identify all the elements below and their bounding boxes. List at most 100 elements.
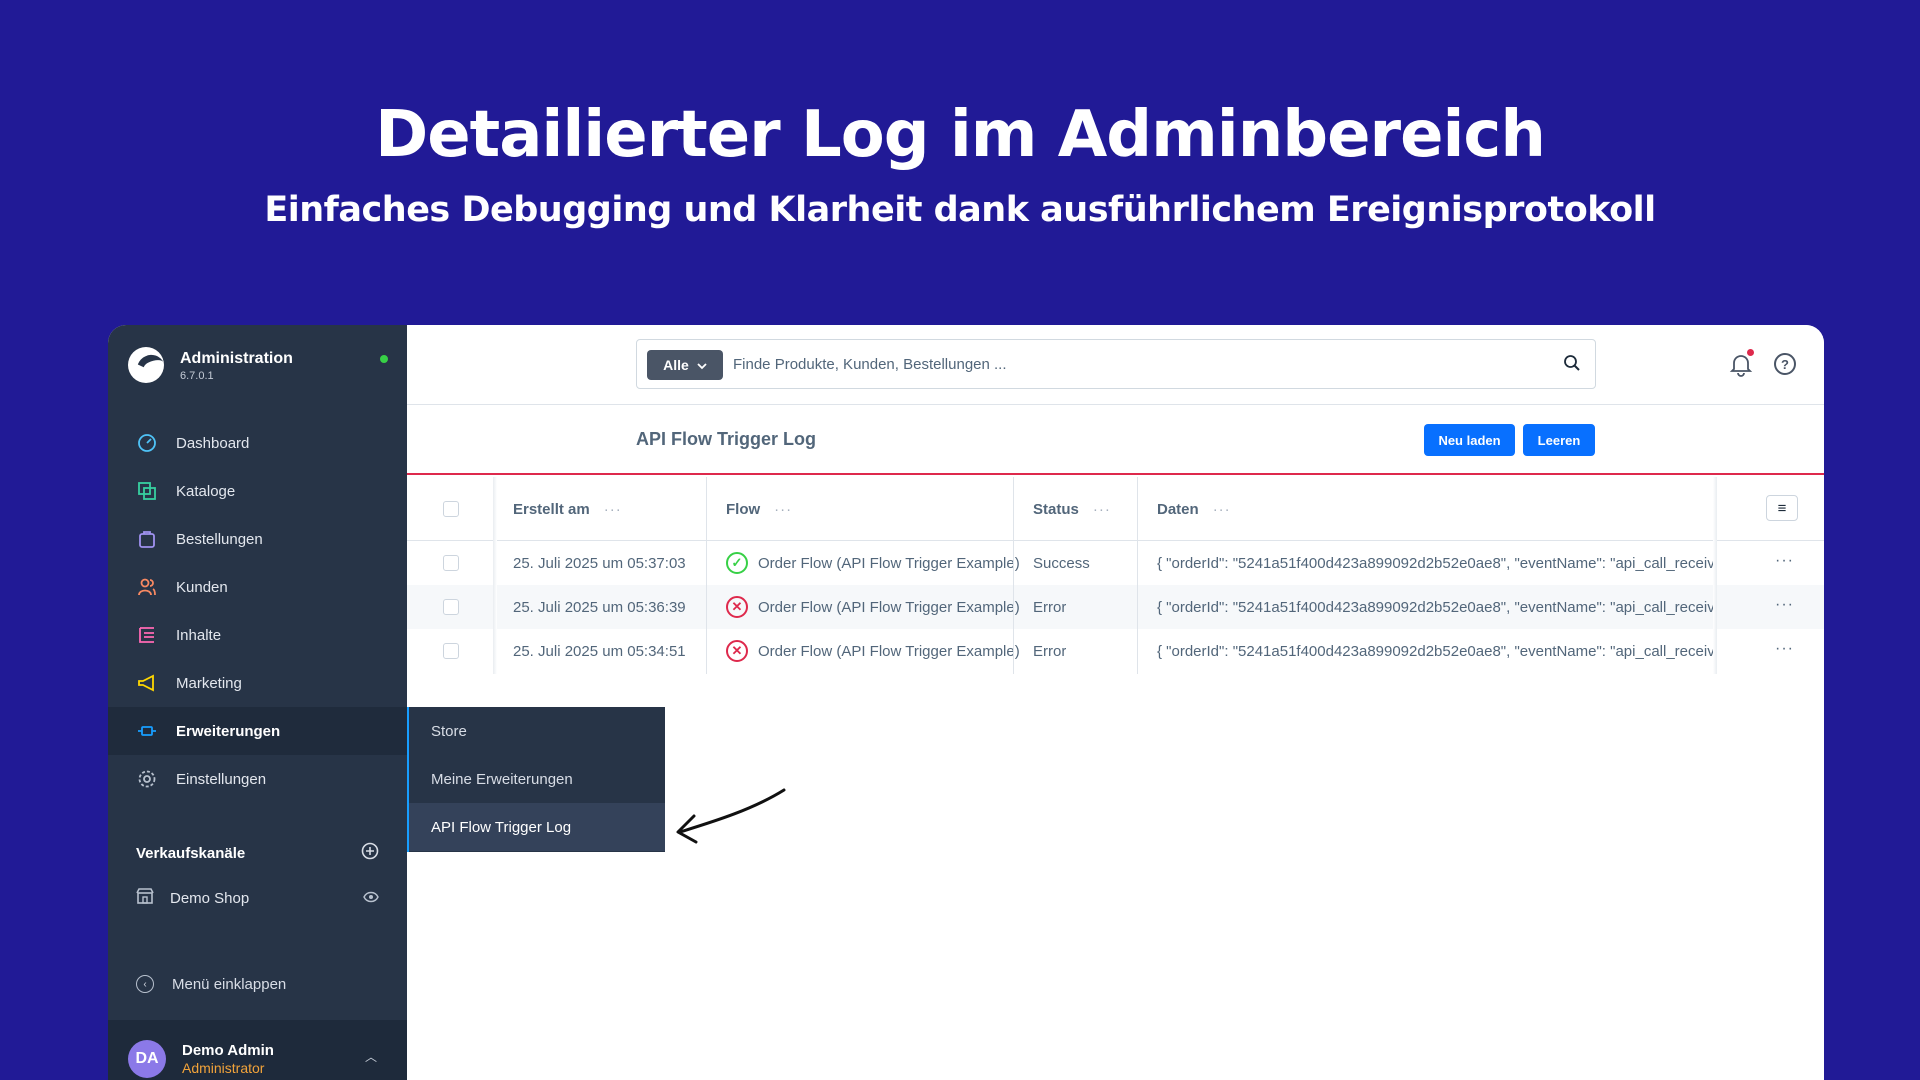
chevron-up-icon: ︿	[364, 1050, 377, 1064]
row-checkbox[interactable]	[443, 629, 459, 673]
hero-subtitle: Einfaches Debugging und Klarheit dank au…	[264, 190, 1656, 230]
error-circle-icon: ✕	[726, 640, 748, 662]
log-table: Erstellt am ··· Flow ··· Status ··· Daten ··…	[407, 477, 1824, 674]
reload-button[interactable]: Neu laden	[1424, 424, 1515, 456]
flyout-item-store[interactable]: Store	[409, 707, 665, 755]
table-header: Erstellt am ··· Flow ··· Status ··· Daten ··…	[407, 477, 1824, 541]
column-header-flow[interactable]: Flow ···	[726, 477, 792, 541]
cell-created: 25. Juli 2025 um 05:37:03	[513, 554, 686, 572]
sales-channels: Verkaufskanäle Demo Shop	[108, 833, 407, 923]
users-icon	[136, 576, 158, 598]
search-type-select[interactable]: Alle	[647, 350, 723, 380]
cell-data: { "orderId": "5241a51f400d423a899092d2b5…	[1157, 554, 1713, 572]
cell-flow: ✓ Order Flow (API Flow Trigger Example)	[726, 541, 1020, 585]
page-title: API Flow Trigger Log	[636, 429, 816, 449]
column-header-status[interactable]: Status ···	[1033, 477, 1111, 541]
sidebar-item-inhalte[interactable]: Inhalte	[108, 611, 407, 659]
sidebar: Administration 6.7.0.1 Dashboard Katalog…	[108, 325, 407, 1080]
row-checkbox[interactable]	[443, 541, 459, 585]
column-label: Flow	[726, 500, 761, 518]
collapse-menu-button[interactable]: ‹ Menü einklappen	[136, 975, 286, 993]
error-circle-icon: ✕	[726, 596, 748, 618]
sidebar-item-bestellungen[interactable]: Bestellungen	[108, 515, 407, 563]
channel-item-demo-shop[interactable]: Demo Shop	[108, 873, 407, 923]
catalog-icon	[136, 480, 158, 502]
avatar: DA	[128, 1040, 166, 1078]
flow-label: Order Flow (API Flow Trigger Example)	[758, 554, 1020, 572]
table-row[interactable]: 25. Juli 2025 um 05:36:39 ✕ Order Flow (A…	[407, 585, 1824, 629]
shopware-logo-icon	[128, 347, 164, 383]
plugin-icon	[136, 720, 158, 742]
more-icon[interactable]: ···	[1213, 501, 1231, 518]
admin-window: Administration 6.7.0.1 Dashboard Katalog…	[108, 325, 1824, 1080]
user-role: Administrator	[182, 1060, 265, 1076]
help-icon[interactable]: ?	[1774, 353, 1796, 375]
sales-channels-heading: Verkaufskanäle	[108, 833, 407, 873]
table-row[interactable]: 25. Juli 2025 um 05:37:03 ✓ Order Flow (A…	[407, 541, 1824, 585]
sidebar-item-marketing[interactable]: Marketing	[108, 659, 407, 707]
row-actions-icon[interactable]: ···	[1775, 552, 1794, 570]
add-channel-icon[interactable]	[361, 842, 379, 864]
clear-button[interactable]: Leeren	[1523, 424, 1595, 456]
cell-flow: ✕ Order Flow (API Flow Trigger Example)	[726, 585, 1020, 629]
select-all-checkbox[interactable]	[443, 477, 459, 541]
chevron-left-icon: ‹	[136, 975, 154, 993]
hero-title: Detailierter Log im Adminbereich	[375, 98, 1546, 172]
channel-label: Demo Shop	[170, 889, 250, 907]
more-icon[interactable]: ···	[1093, 501, 1111, 518]
row-actions-icon[interactable]: ···	[1775, 640, 1794, 658]
main-nav: Dashboard Kataloge Bestellungen Kunden I…	[108, 419, 407, 803]
flyout-item-api-flow-trigger-log[interactable]: API Flow Trigger Log	[409, 803, 665, 851]
flow-label: Order Flow (API Flow Trigger Example)	[758, 642, 1020, 660]
sidebar-item-kunden[interactable]: Kunden	[108, 563, 407, 611]
search-input[interactable]	[733, 348, 1533, 380]
more-icon[interactable]: ···	[604, 501, 622, 518]
extensions-flyout: Store Meine Erweiterungen API Flow Trigg…	[407, 707, 665, 852]
sidebar-item-label: Kunden	[176, 578, 228, 596]
megaphone-icon	[136, 672, 158, 694]
sidebar-item-erweiterungen[interactable]: Erweiterungen	[108, 707, 407, 755]
column-divider	[1013, 477, 1014, 674]
dashboard-icon	[136, 432, 158, 454]
page-header: API Flow Trigger Log Neu laden Leeren	[407, 405, 1824, 475]
column-settings-icon[interactable]: ≡	[1766, 495, 1798, 521]
storefront-icon	[136, 887, 154, 910]
flyout-item-my-extensions[interactable]: Meine Erweiterungen	[409, 755, 665, 803]
sidebar-item-kataloge[interactable]: Kataloge	[108, 467, 407, 515]
cell-data: { "orderId": "5241a51f400d423a899092d2b5…	[1157, 642, 1713, 660]
row-checkbox[interactable]	[443, 585, 459, 629]
eye-icon[interactable]	[363, 890, 379, 906]
sales-channels-title: Verkaufskanäle	[136, 844, 246, 862]
sidebar-item-label: Erweiterungen	[176, 722, 281, 740]
cell-status: Error	[1033, 642, 1067, 660]
more-icon[interactable]: ···	[774, 501, 792, 518]
cell-status: Success	[1033, 554, 1090, 572]
column-divider	[1137, 477, 1138, 674]
column-label: Status	[1033, 500, 1079, 518]
cell-data: { "orderId": "5241a51f400d423a899092d2b5…	[1157, 598, 1713, 616]
column-divider	[1713, 477, 1717, 674]
table-row[interactable]: 25. Juli 2025 um 05:34:51 ✕ Order Flow (A…	[407, 629, 1824, 673]
flow-label: Order Flow (API Flow Trigger Example)	[758, 598, 1020, 616]
row-actions-icon[interactable]: ···	[1775, 596, 1794, 614]
notification-dot	[1747, 349, 1754, 356]
gear-icon	[136, 768, 158, 790]
global-search: Alle	[636, 339, 1596, 389]
search-icon[interactable]	[1563, 354, 1581, 372]
sidebar-item-einstellungen[interactable]: Einstellungen	[108, 755, 407, 803]
column-header-data[interactable]: Daten ···	[1157, 477, 1231, 541]
cell-status: Error	[1033, 598, 1067, 616]
user-menu[interactable]: DA Demo Admin Administrator ︿	[108, 1020, 407, 1080]
column-divider	[493, 477, 497, 674]
brand[interactable]: Administration 6.7.0.1	[128, 347, 388, 387]
column-header-created[interactable]: Erstellt am ···	[513, 477, 622, 541]
cell-created: 25. Juli 2025 um 05:36:39	[513, 598, 686, 616]
pointer-arrow-icon	[676, 788, 786, 844]
column-label: Daten	[1157, 500, 1199, 518]
cell-created: 25. Juli 2025 um 05:34:51	[513, 642, 686, 660]
sidebar-item-label: Marketing	[176, 674, 242, 692]
cell-flow: ✕ Order Flow (API Flow Trigger Example)	[726, 629, 1020, 673]
brand-name: Administration	[180, 350, 293, 367]
sidebar-item-dashboard[interactable]: Dashboard	[108, 419, 407, 467]
topbar: Alle ?	[407, 325, 1824, 405]
